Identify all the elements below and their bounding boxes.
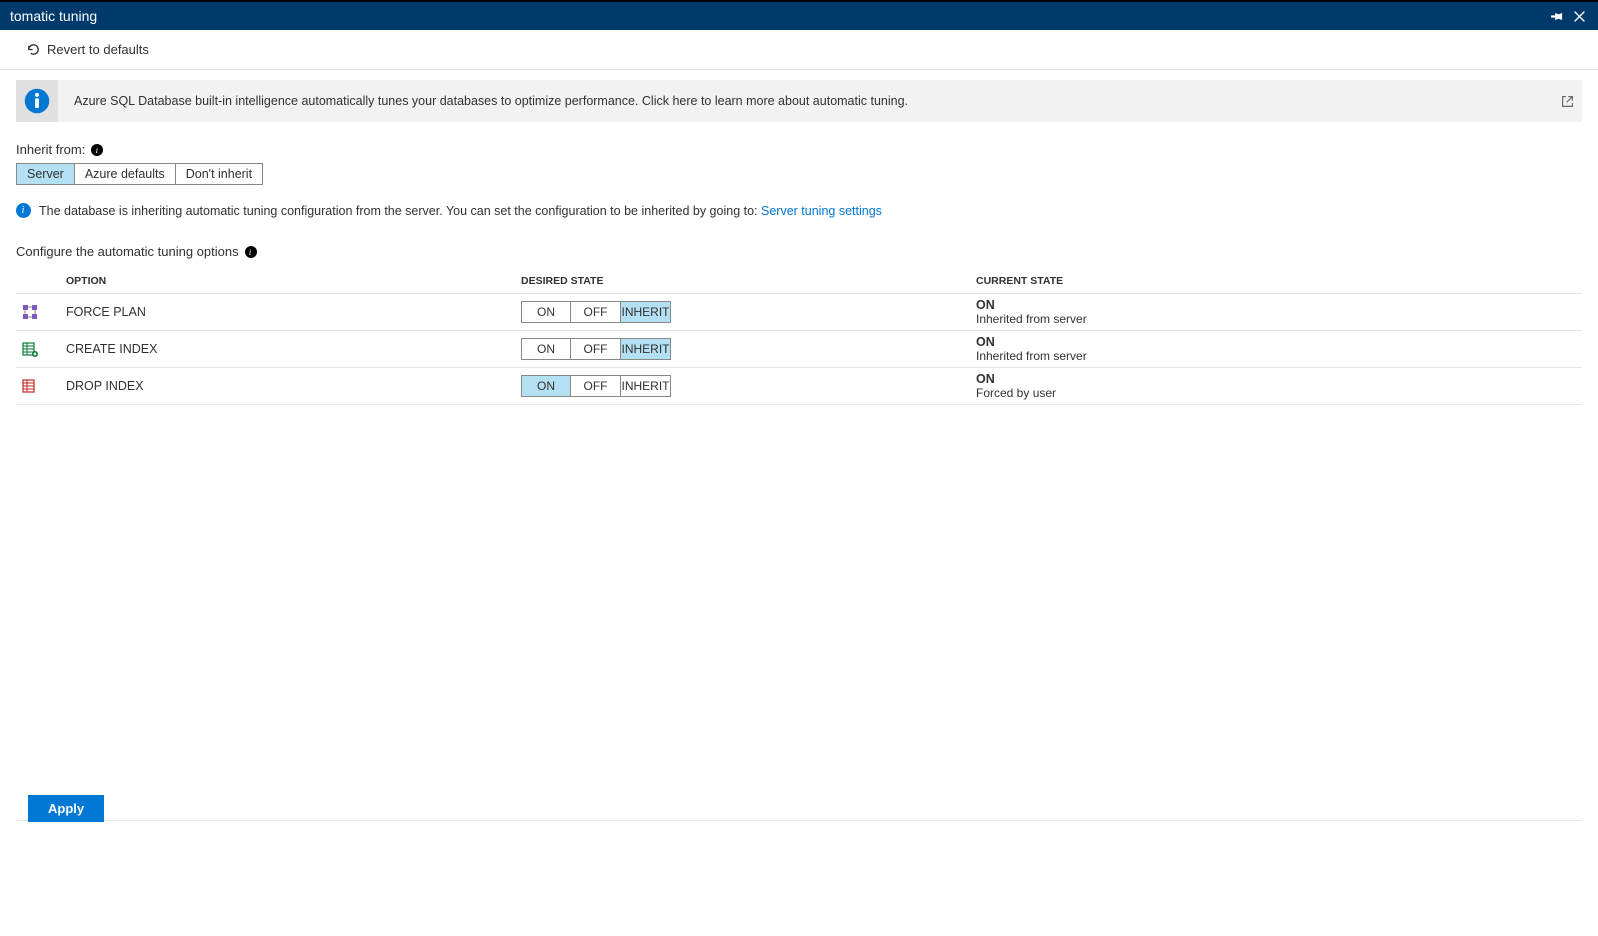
info-icon: i bbox=[16, 203, 31, 218]
current-state-detail: Inherited from server bbox=[976, 349, 1582, 363]
state-on-button[interactable]: ON bbox=[521, 338, 571, 360]
info-banner-icon-wrap bbox=[16, 80, 58, 122]
current-state-value: ON bbox=[976, 335, 1582, 349]
state-inherit-button[interactable]: INHERIT bbox=[621, 338, 671, 360]
current-state-value: ON bbox=[976, 298, 1582, 312]
info-banner-text[interactable]: Azure SQL Database built-in intelligence… bbox=[58, 94, 1552, 108]
close-icon bbox=[1573, 10, 1586, 23]
pin-button[interactable] bbox=[1546, 5, 1568, 27]
table-row: CREATE INDEXONOFFINHERITONInherited from… bbox=[16, 330, 1582, 367]
close-button[interactable] bbox=[1568, 5, 1590, 27]
desired-state-segmented: ONOFFINHERIT bbox=[521, 301, 976, 323]
option-name: CREATE INDEX bbox=[66, 342, 521, 356]
state-inherit-button[interactable]: INHERIT bbox=[621, 301, 671, 323]
current-state: ONForced by user bbox=[976, 372, 1582, 400]
col-header-desired: DESIRED STATE bbox=[521, 275, 976, 287]
server-tuning-settings-link[interactable]: Server tuning settings bbox=[761, 204, 882, 218]
col-header-current: CURRENT STATE bbox=[976, 275, 1582, 287]
horizontal-scrollbar[interactable] bbox=[0, 836, 1598, 852]
inherit-from-label-row: Inherit from: i bbox=[16, 142, 1582, 157]
info-banner: Azure SQL Database built-in intelligence… bbox=[16, 80, 1582, 122]
table-row: FORCE PLANONOFFINHERITONInherited from s… bbox=[16, 293, 1582, 330]
configure-options-label: Configure the automatic tuning options bbox=[16, 244, 239, 259]
current-state-value: ON bbox=[976, 372, 1582, 386]
create-index-icon bbox=[16, 341, 66, 357]
state-on-button[interactable]: ON bbox=[521, 301, 571, 323]
inherit-from-label: Inherit from: bbox=[16, 142, 85, 157]
table-header: OPTION DESIRED STATE CURRENT STATE bbox=[16, 269, 1582, 293]
current-state: ONInherited from server bbox=[976, 298, 1582, 326]
inherit-from-segmented: ServerAzure defaultsDon't inherit bbox=[16, 163, 1582, 185]
command-bar: Revert to defaults bbox=[0, 30, 1598, 70]
inherit-option-server[interactable]: Server bbox=[16, 163, 75, 185]
info-icon bbox=[23, 87, 51, 115]
revert-label: Revert to defaults bbox=[47, 42, 149, 57]
blade-header: tomatic tuning bbox=[0, 0, 1598, 30]
tuning-options-table: OPTION DESIRED STATE CURRENT STATE FORCE… bbox=[16, 269, 1582, 405]
state-inherit-button[interactable]: INHERIT bbox=[621, 375, 671, 397]
state-off-button[interactable]: OFF bbox=[571, 375, 621, 397]
inherit-option-don-t-inherit[interactable]: Don't inherit bbox=[176, 163, 263, 185]
col-header-option: OPTION bbox=[66, 275, 521, 287]
desired-state-segmented: ONOFFINHERIT bbox=[521, 338, 976, 360]
drop-index-icon bbox=[16, 378, 66, 394]
external-link-button[interactable] bbox=[1552, 95, 1582, 108]
revert-to-defaults-button[interactable]: Revert to defaults bbox=[26, 42, 149, 57]
state-on-button[interactable]: ON bbox=[521, 375, 571, 397]
state-off-button[interactable]: OFF bbox=[571, 301, 621, 323]
desired-state-segmented: ONOFFINHERIT bbox=[521, 375, 976, 397]
inherit-status-line: i The database is inheriting automatic t… bbox=[16, 203, 1582, 218]
current-state-detail: Forced by user bbox=[976, 386, 1582, 400]
option-name: DROP INDEX bbox=[66, 379, 521, 393]
revert-icon bbox=[26, 42, 41, 57]
inherit-option-azure-defaults[interactable]: Azure defaults bbox=[75, 163, 176, 185]
current-state-detail: Inherited from server bbox=[976, 312, 1582, 326]
footer: Apply bbox=[0, 795, 1598, 836]
external-link-icon bbox=[1561, 95, 1574, 108]
apply-button[interactable]: Apply bbox=[28, 795, 104, 822]
configure-options-label-row: Configure the automatic tuning options i bbox=[16, 244, 1582, 259]
pin-icon bbox=[1551, 10, 1564, 23]
table-row: DROP INDEXONOFFINHERITONForced by user bbox=[16, 367, 1582, 405]
force-plan-icon bbox=[16, 304, 66, 320]
info-tooltip-icon[interactable]: i bbox=[91, 144, 103, 156]
state-off-button[interactable]: OFF bbox=[571, 338, 621, 360]
option-name: FORCE PLAN bbox=[66, 305, 521, 319]
inherit-status-text: The database is inheriting automatic tun… bbox=[39, 204, 758, 218]
blade-title: tomatic tuning bbox=[8, 8, 1546, 24]
current-state: ONInherited from server bbox=[976, 335, 1582, 363]
info-tooltip-icon[interactable]: i bbox=[245, 246, 257, 258]
